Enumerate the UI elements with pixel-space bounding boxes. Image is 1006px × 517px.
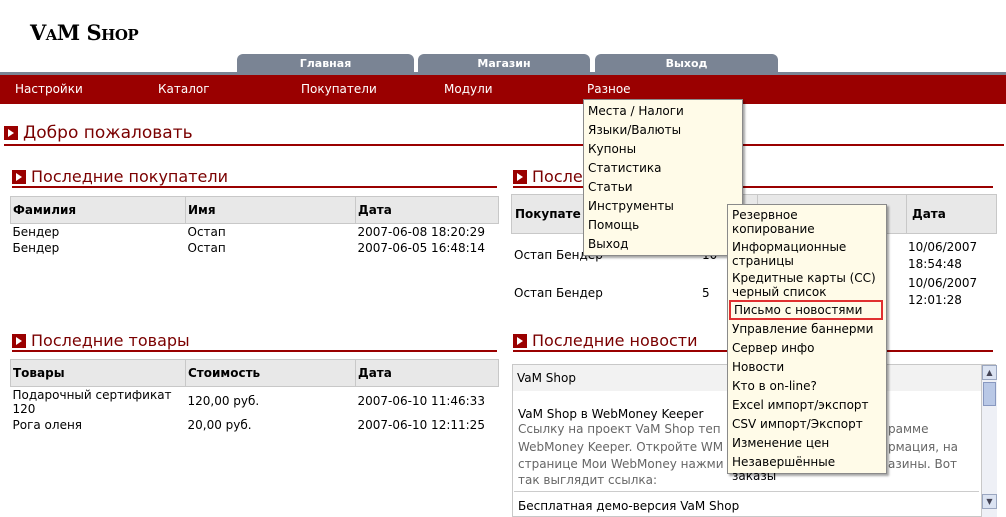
news-text: так выглядит ссылка: bbox=[518, 473, 658, 487]
news-text: рамме bbox=[888, 422, 929, 436]
menu-customers[interactable]: Покупатели bbox=[301, 82, 377, 96]
cell: Остап bbox=[187, 241, 226, 255]
menu-settings[interactable]: Настройки bbox=[15, 82, 83, 96]
order-total: 5 bbox=[702, 286, 710, 300]
col-date: Дата bbox=[355, 196, 499, 224]
col-customer: Покупате bbox=[515, 207, 581, 221]
menu-item-csv[interactable]: CSV импорт/Экспорт bbox=[728, 415, 886, 434]
customers-table: Фамилия Имя Дата Бендер Остап 2007-06-08… bbox=[10, 196, 499, 256]
menu-item-newsletter[interactable]: Письмо с новостями bbox=[729, 300, 883, 320]
table-row: Рога оленя 20,00 руб. 2007-06-10 12:11:2… bbox=[11, 417, 499, 433]
cell: Остап bbox=[187, 225, 226, 239]
order-date: 10/06/2007 bbox=[908, 276, 978, 290]
menu-item-exit[interactable]: Выход bbox=[584, 235, 742, 254]
welcome-text: Добро пожаловать bbox=[23, 123, 193, 143]
menu-item-statistics[interactable]: Статистика bbox=[584, 159, 742, 178]
cell: 2007-06-10 12:11:25 bbox=[357, 418, 485, 432]
arrow-icon bbox=[513, 169, 527, 184]
cell: 120,00 руб. bbox=[187, 394, 260, 408]
col-date: Дата bbox=[912, 207, 946, 221]
arrow-icon bbox=[12, 333, 26, 348]
menu-item-articles[interactable]: Статьи bbox=[584, 178, 742, 197]
misc-dropdown: Места / Налоги Языки/Валюты Купоны Стати… bbox=[583, 99, 743, 256]
menu-item-who-online[interactable]: Кто в on-line? bbox=[728, 377, 886, 396]
arrow-icon bbox=[12, 169, 26, 184]
products-rule bbox=[12, 350, 497, 352]
welcome-rule bbox=[4, 144, 1004, 146]
menu-item-info-pages[interactable]: Информационные страницы bbox=[728, 237, 886, 268]
col-price: Стоимость bbox=[185, 359, 356, 387]
shop-logo: VaM Shop bbox=[30, 20, 139, 45]
arrow-icon bbox=[4, 126, 18, 140]
arrow-icon bbox=[513, 333, 527, 348]
col-firstname: Имя bbox=[185, 196, 356, 224]
news-title: Последние новости bbox=[532, 331, 698, 350]
cell: 2007-06-08 18:20:29 bbox=[357, 225, 485, 239]
cell: 2007-06-10 11:46:33 bbox=[357, 394, 485, 408]
tools-submenu: Резервное копирование Информационные стр… bbox=[727, 204, 887, 483]
menu-item-server-info[interactable]: Сервер инфо bbox=[728, 339, 886, 358]
scroll-down-icon[interactable]: ▼ bbox=[982, 494, 997, 509]
cell: Бендер bbox=[12, 225, 60, 239]
news-item-title[interactable]: VaM Shop в WebMoney Keeper bbox=[518, 407, 703, 421]
customers-heading: Последние покупатели bbox=[12, 167, 228, 186]
order-time: 12:01:28 bbox=[908, 293, 962, 307]
menu-misc[interactable]: Разное bbox=[587, 82, 631, 96]
news-text: WebMoney Keeper. Откройте WM bbox=[518, 440, 724, 454]
col-date: Дата bbox=[355, 359, 499, 387]
col-product: Товары bbox=[10, 359, 186, 387]
menu-item-cc-blacklist[interactable]: Кредитные карты (CC) черный список bbox=[728, 268, 886, 300]
cell: 20,00 руб. bbox=[187, 418, 252, 432]
news-heading: Последние новости bbox=[513, 331, 698, 350]
col-divider bbox=[906, 194, 907, 234]
menu-item-news[interactable]: Новости bbox=[728, 358, 886, 377]
table-row: Бендер Остап 2007-06-05 16:48:14 bbox=[11, 240, 499, 256]
table-row: Подарочный сертификат 120 120,00 руб. 20… bbox=[11, 387, 499, 418]
news-text: рмация, на bbox=[888, 440, 959, 454]
menu-item-banners[interactable]: Управление баннерми bbox=[728, 320, 886, 339]
customers-rule bbox=[12, 186, 497, 188]
scroll-up-icon[interactable]: ▲ bbox=[982, 365, 997, 380]
tab-logout[interactable]: Выход bbox=[595, 54, 778, 73]
news-text: Ссылку на проект VaM Shop теп bbox=[518, 422, 721, 436]
menu-item-places-taxes[interactable]: Места / Налоги bbox=[584, 102, 742, 121]
products-table: Товары Стоимость Дата Подарочный сертифи… bbox=[10, 359, 499, 433]
menu-catalog[interactable]: Каталог bbox=[158, 82, 210, 96]
menu-item-backup[interactable]: Резервное копирование bbox=[728, 205, 886, 237]
order-date: 10/06/2007 bbox=[908, 240, 978, 254]
menu-item-languages[interactable]: Языки/Валюты bbox=[584, 121, 742, 140]
main-menu-bar bbox=[0, 75, 1006, 104]
products-title: Последние товары bbox=[31, 331, 190, 350]
news-item-title[interactable]: Бесплатная демо-версия VaM Shop bbox=[518, 499, 739, 513]
customers-title: Последние покупатели bbox=[31, 167, 228, 186]
orders-heading: После bbox=[513, 167, 583, 186]
menu-item-excel[interactable]: Excel импорт/экспорт bbox=[728, 396, 886, 415]
orders-title: После bbox=[532, 167, 583, 186]
news-text: странице Мои WebMoney нажми bbox=[518, 457, 724, 471]
order-time: 18:54:48 bbox=[908, 257, 962, 271]
cell: 2007-06-05 16:48:14 bbox=[357, 241, 485, 255]
news-divider bbox=[514, 491, 979, 492]
welcome-heading: Добро пожаловать bbox=[4, 123, 193, 143]
order-customer: Остап Бендер bbox=[514, 286, 603, 300]
menu-item-help[interactable]: Помощь bbox=[584, 216, 742, 235]
menu-item-price-change[interactable]: Изменение цен bbox=[728, 434, 886, 453]
col-lastname: Фамилия bbox=[10, 196, 186, 224]
news-scrollbar[interactable]: ▲ ▼ bbox=[981, 365, 997, 517]
cell: Бендер bbox=[12, 241, 60, 255]
menu-item-incomplete-orders[interactable]: Незавершённые заказы bbox=[728, 453, 886, 483]
products-heading: Последние товары bbox=[12, 331, 190, 350]
tab-home[interactable]: Главная bbox=[237, 54, 414, 73]
menu-modules[interactable]: Модули bbox=[444, 82, 493, 96]
cell: Подарочный сертификат 120 bbox=[12, 388, 172, 416]
table-row: Бендер Остап 2007-06-08 18:20:29 bbox=[11, 224, 499, 241]
menu-item-tools[interactable]: Инструменты bbox=[584, 197, 742, 216]
cell: Рога оленя bbox=[12, 418, 83, 432]
scroll-thumb[interactable] bbox=[983, 382, 996, 406]
tab-shop[interactable]: Магазин bbox=[418, 54, 590, 73]
menu-item-coupons[interactable]: Купоны bbox=[584, 140, 742, 159]
news-text: азины. Вот bbox=[888, 457, 958, 471]
